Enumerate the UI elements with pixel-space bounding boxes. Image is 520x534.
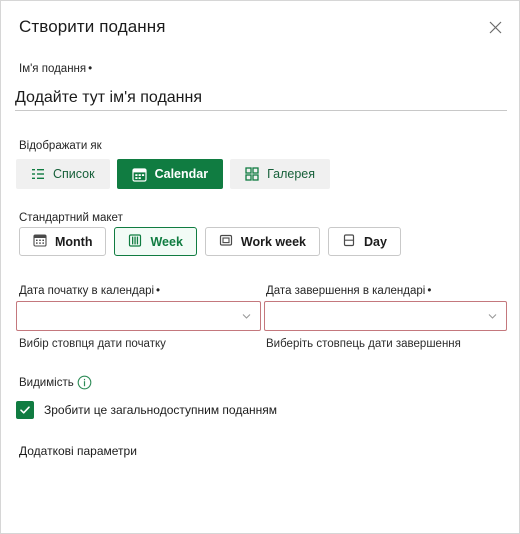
- layout-option-label: Month: [55, 234, 93, 249]
- layout-option-day[interactable]: Day: [328, 227, 401, 256]
- create-view-dialog: Створити подання Ім'я подання• Відобража…: [0, 0, 520, 534]
- end-date-dropdown-wrap: [264, 301, 507, 331]
- view-name-label: Ім'я подання •: [19, 63, 93, 75]
- display-option-label: Галерея: [267, 166, 316, 181]
- page-title: Створити подання: [19, 17, 166, 36]
- required-marker: •: [427, 285, 432, 297]
- end-date-dropdown[interactable]: [264, 301, 507, 331]
- layout-option-month[interactable]: Month: [19, 227, 107, 256]
- chevron-down-icon: [241, 311, 252, 322]
- calendar-month-icon: [33, 233, 47, 250]
- layout-option-label: Week: [150, 234, 183, 249]
- layout-option-label: Day: [364, 234, 387, 249]
- list-icon: [31, 167, 45, 181]
- dialog-footer: Create Скасувати: [1, 471, 519, 533]
- display-as-options: Список Calendar Галерея: [16, 159, 331, 189]
- calendar-week-icon: [128, 233, 142, 250]
- default-layout-label: Стандартний макет: [19, 212, 123, 224]
- layout-option-label: Work week: [240, 234, 306, 249]
- dialog-header: Створити подання: [1, 1, 519, 47]
- display-option-label: Список: [53, 166, 95, 181]
- chevron-down-icon: [487, 311, 498, 322]
- display-option-gallery[interactable]: Галерея: [230, 159, 331, 189]
- required-marker: •: [88, 63, 93, 75]
- display-option-list[interactable]: Список: [16, 159, 110, 189]
- view-name-input[interactable]: [15, 87, 507, 111]
- public-view-checkbox-label: Зробити це загальнодоступним поданням: [44, 403, 278, 417]
- visibility-label: Видимість: [19, 377, 74, 389]
- start-date-label: Дата початку в календарі •: [19, 285, 161, 297]
- calendar-icon: [131, 167, 147, 182]
- display-option-label: Calendar: [154, 166, 209, 181]
- layout-option-work-week[interactable]: Work week: [204, 227, 320, 256]
- more-options-link[interactable]: Додаткові параметри: [19, 444, 137, 458]
- start-date-dropdown[interactable]: [16, 301, 261, 331]
- required-marker: •: [156, 285, 161, 297]
- gallery-grid-icon: [245, 167, 259, 181]
- calendar-day-icon: [342, 233, 356, 250]
- checkbox-checked-icon[interactable]: [16, 401, 34, 419]
- calendar-workweek-icon: [219, 233, 233, 250]
- view-name-input-wrap: [15, 87, 507, 113]
- start-date-dropdown-wrap: [16, 301, 261, 331]
- close-button[interactable]: [481, 13, 509, 41]
- default-layout-options: Month Week Work week Day: [19, 227, 401, 256]
- display-option-calendar[interactable]: Calendar: [116, 159, 224, 189]
- close-icon: [489, 21, 502, 34]
- layout-option-week[interactable]: Week: [114, 227, 197, 256]
- info-circle-icon[interactable]: [77, 375, 92, 390]
- end-date-label: Дата завершення в календарі •: [266, 285, 432, 297]
- public-view-checkbox-row[interactable]: Зробити це загальнодоступним поданням: [16, 401, 277, 419]
- display-as-label: Відображати як: [19, 140, 102, 152]
- end-date-helper-text: Виберіть стовпець дати завершення: [266, 338, 461, 350]
- start-date-helper-text: Вибір стовпця дати початку: [19, 338, 166, 350]
